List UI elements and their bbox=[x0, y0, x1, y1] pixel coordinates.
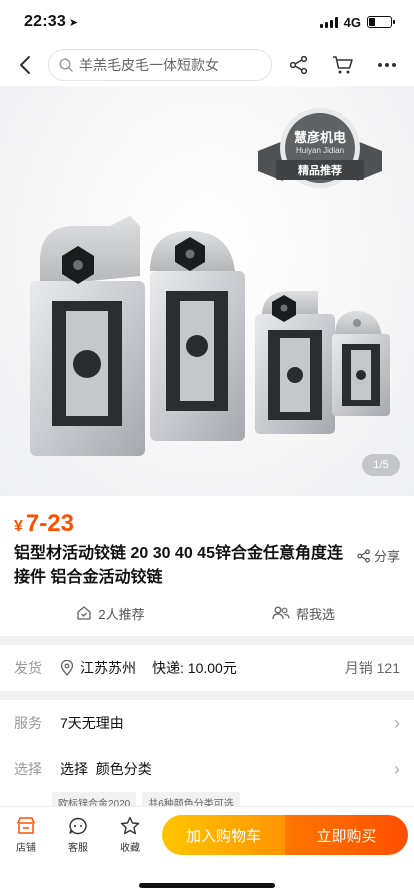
recommend-count: 2人推荐 bbox=[98, 606, 145, 622]
battery-icon bbox=[367, 16, 395, 28]
currency-symbol: ¥ bbox=[14, 518, 23, 535]
bottom-actions: 店铺 客服 收藏 加入购物车 立即购买 bbox=[0, 807, 414, 863]
service-label: 服务 bbox=[14, 715, 42, 731]
share-nav-button[interactable] bbox=[282, 49, 316, 81]
recommend-row: 2人推荐 帮我选 bbox=[14, 600, 400, 626]
options-section: 服务 7天无理由 › 选择 选择 颜色分类 › 欧标锌合金2020 共6种颜色分… bbox=[0, 700, 414, 812]
product-title: 铝型材活动铰链 20 30 40 45锌合金任意角度连接件 铝合金活动铰链 bbox=[14, 545, 343, 586]
add-to-cart-button[interactable]: 加入购物车 bbox=[162, 815, 285, 855]
badge-title: 慧彦机电 bbox=[294, 130, 346, 145]
choose-value: 选择 颜色分类 bbox=[60, 761, 152, 777]
more-button[interactable] bbox=[370, 49, 404, 81]
hinge-large bbox=[30, 216, 145, 456]
store-label: 店铺 bbox=[16, 842, 36, 854]
hinge-small bbox=[255, 291, 335, 434]
signal-icon bbox=[319, 16, 338, 28]
store-button[interactable]: 店铺 bbox=[0, 816, 52, 854]
home-indicator[interactable] bbox=[139, 883, 275, 888]
bottom-action-bar: 店铺 客服 收藏 加入购物车 立即购买 bbox=[0, 806, 414, 896]
help-choose-button[interactable]: 帮我选 bbox=[207, 604, 400, 623]
store-icon bbox=[17, 816, 35, 834]
hinge-medium bbox=[150, 231, 245, 441]
monthly-sales: 月销 121 bbox=[344, 660, 400, 676]
chevron-right-icon: › bbox=[394, 712, 400, 733]
product-info-card: ¥7-23 铝型材活动铰链 20 30 40 45锌合金任意角度连接件 铝合金活… bbox=[0, 496, 414, 636]
network-type: 4G bbox=[343, 14, 361, 30]
favorite-label: 收藏 bbox=[120, 843, 140, 854]
chat-icon bbox=[69, 817, 87, 834]
choose-label: 选择 bbox=[14, 761, 42, 777]
chevron-right-icon: › bbox=[394, 758, 400, 779]
price: ¥7-23 bbox=[14, 510, 400, 538]
recommend-button[interactable]: 2人推荐 bbox=[14, 604, 207, 623]
purchase-buttons: 加入购物车 立即购买 bbox=[162, 815, 408, 855]
help-choose-label: 帮我选 bbox=[295, 606, 335, 622]
share-button[interactable]: 分享 bbox=[348, 546, 400, 565]
shipping-label: 发货 bbox=[14, 660, 42, 676]
status-bar: 22:33 ➤ 4G bbox=[0, 0, 414, 44]
favorite-button[interactable]: 收藏 bbox=[104, 816, 156, 854]
nav-bar: 羊羔毛皮毛一体短款女 bbox=[0, 44, 414, 86]
service-row[interactable]: 服务 7天无理由 › bbox=[0, 700, 414, 746]
location-arrow-icon: ➤ bbox=[68, 17, 79, 29]
back-button[interactable] bbox=[12, 50, 38, 80]
page-indicator: 1/5 bbox=[362, 454, 400, 476]
chevron-left-icon bbox=[20, 56, 30, 74]
brand-badge: 慧彦机电 Huiyan Jidian 精品推荐 bbox=[258, 108, 382, 188]
customer-service-label: 客服 bbox=[68, 842, 88, 854]
share-icon bbox=[357, 548, 370, 563]
service-value: 7天无理由 bbox=[60, 715, 124, 731]
battery-level bbox=[369, 18, 376, 26]
search-input[interactable]: 羊羔毛皮毛一体短款女 bbox=[48, 49, 272, 81]
location-pin-icon bbox=[60, 660, 74, 676]
shipping-section: 发货 江苏苏州 快递: 10.00元 月销 121 bbox=[0, 645, 414, 691]
share-label: 分享 bbox=[373, 549, 400, 564]
express-fee: 快递: 10.00元 bbox=[152, 660, 237, 676]
star-icon bbox=[120, 816, 140, 835]
cart-nav-button[interactable] bbox=[326, 49, 360, 81]
customer-service-button[interactable]: 客服 bbox=[52, 817, 104, 854]
ship-location: 江苏苏州 bbox=[80, 660, 136, 676]
badge-ribbon: 精品推荐 bbox=[298, 163, 342, 177]
recommend-icon bbox=[77, 606, 92, 620]
status-time: 22:33 ➤ bbox=[24, 13, 79, 30]
status-indicators: 4G bbox=[319, 14, 395, 30]
price-value: 7-23 bbox=[25, 510, 74, 537]
search-icon bbox=[59, 58, 73, 72]
product-image-gallery[interactable]: 慧彦机电 Huiyan Jidian 精品推荐 1/5 bbox=[0, 86, 414, 496]
share-icon bbox=[289, 55, 308, 75]
buy-now-button[interactable]: 立即购买 bbox=[285, 815, 408, 855]
badge-subtitle: Huiyan Jidian bbox=[296, 146, 344, 155]
more-icon bbox=[378, 63, 396, 67]
shipping-row[interactable]: 发货 江苏苏州 快递: 10.00元 月销 121 bbox=[0, 645, 414, 691]
shipping-info: 江苏苏州 快递: 10.00元 bbox=[60, 658, 345, 678]
product-image: 慧彦机电 Huiyan Jidian 精品推荐 bbox=[30, 108, 390, 456]
title-row: 铝型材活动铰链 20 30 40 45锌合金任意角度连接件 铝合金活动铰链 分享 bbox=[14, 542, 400, 590]
hinge-smallest bbox=[332, 311, 390, 416]
people-icon bbox=[272, 606, 290, 620]
choose-row[interactable]: 选择 选择 颜色分类 › bbox=[0, 746, 414, 792]
search-placeholder: 羊羔毛皮毛一体短款女 bbox=[79, 57, 219, 73]
cart-icon bbox=[333, 56, 353, 74]
